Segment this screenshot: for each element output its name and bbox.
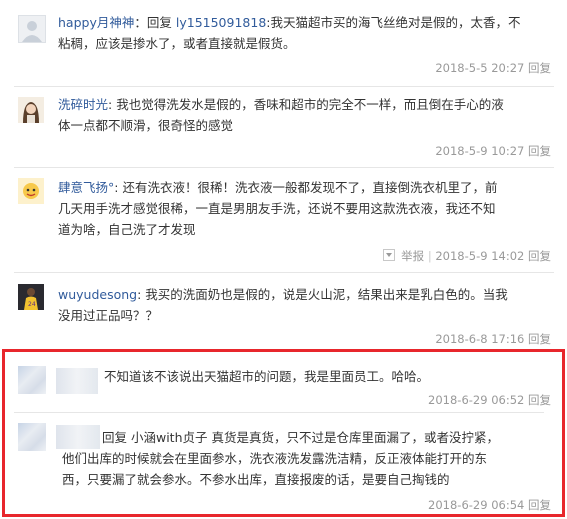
meta-separator: | [427, 249, 432, 263]
avatar-cartoon-icon [18, 178, 44, 204]
reply-button[interactable]: 回复 [528, 332, 551, 346]
comment-body: wuyudesong: 我买的洗面奶也是假的，说是火山泥，结果出来是乳白色的。当… [58, 284, 552, 326]
comment-text-line: : 还有洗衣液！很稀！洗衣液一般都发现不了，直接倒洗衣机里了，前 [114, 180, 498, 195]
comment-item: 24 wuyudesong: 我买的洗面奶也是假的，说是火山泥，结果出来是乳白色… [0, 273, 567, 349]
reply-word: 回复 [146, 15, 172, 30]
avatar[interactable] [18, 97, 44, 123]
report-button[interactable]: 举报 [401, 249, 424, 263]
avatar-player-icon: 24 [18, 284, 44, 310]
comment-text-line: 体一点都不顺滑，很奇怪的感觉 [58, 118, 234, 133]
avatar[interactable] [18, 15, 46, 43]
comment-text-line: 他们出库的时候就会在里面参水，洗衣液洗发露洗洁精，反正液体能打开的东 [62, 451, 488, 466]
username-blurred [56, 368, 98, 394]
comment-body: 肆意飞扬°: 还有洗衣液！很稀！洗衣液一般都发现不了，直接倒洗衣机里了，前 几天… [58, 177, 552, 240]
comment-text-line: :我天猫超市买的海飞丝绝对是假的，太香，不 [266, 15, 521, 30]
comment-item: happy月神神：回复 ly1515091818:我天猫超市买的海飞丝绝对是假的… [0, 0, 567, 86]
reply-button[interactable]: 回复 [528, 61, 551, 75]
avatar[interactable] [18, 178, 44, 204]
comment-date: 2018-6-8 17:16 [435, 332, 525, 346]
comment-meta: 2018-5-9 10:27 回复 [435, 143, 551, 159]
avatar[interactable] [18, 366, 46, 394]
svg-text:24: 24 [28, 301, 36, 308]
comment-text-line: 几天用手洗才感觉很稀，一直是男朋友手洗，还说不要用这款洗衣液，我还不知 [58, 201, 496, 216]
comment-item: 不知道该不该说出天猫超市的问题，我是里面员工。哈哈。 2018-6-29 06:… [0, 352, 567, 412]
reply-button[interactable]: 回复 [528, 144, 551, 158]
comment-date: 2018-5-5 20:27 [435, 61, 525, 75]
default-avatar-icon [22, 21, 42, 42]
comment-date: 2018-5-9 10:27 [435, 144, 525, 158]
dropdown-arrow-icon[interactable] [383, 249, 396, 261]
comment-text-line: 粘稠，应该是掺水了，或者直接就是假货。 [58, 36, 296, 51]
comment-username[interactable]: wuyudesong [58, 287, 137, 302]
comment-text-line: 不知道该不该说出天猫超市的问题，我是里面员工。哈哈。 [104, 369, 430, 384]
comment-date: 2018-6-29 06:54 [428, 498, 525, 512]
comment-meta: 举报 | 2018-5-9 14:02 回复 [383, 248, 551, 264]
reply-button[interactable]: 回复 [528, 498, 551, 512]
comment-text-line: 道为啥，自己洗了才发现 [58, 222, 196, 237]
avatar[interactable]: 24 [18, 284, 44, 310]
comment-item: 肆意飞扬°: 还有洗衣液！很稀！洗衣液一般都发现不了，直接倒洗衣机里了，前 几天… [0, 168, 567, 272]
comment-username[interactable]: 肆意飞扬° [58, 180, 114, 195]
comment-body: 洗碎时光: 我也觉得洗发水是假的，香味和超市的完全不一样，而且倒在手心的液 体一… [58, 94, 552, 136]
comment-text-line: 西，只要漏了就会参水。不参水出库，直接报废的话，是要自己掏钱的 [62, 472, 450, 487]
comment-item: 洗碎时光: 我也觉得洗发水是假的，香味和超市的完全不一样，而且倒在手心的液 体一… [0, 87, 567, 167]
comment-username[interactable]: happy月神神 [58, 15, 134, 30]
comment-date: 2018-5-9 14:02 [435, 249, 525, 263]
comment-meta: 2018-6-8 17:16 回复 [435, 331, 551, 347]
comment-meta: 2018-6-29 06:52 回复 [428, 392, 551, 408]
comment-item: 回复 小涵with贞子 真货是真货，只不过是仓库里面漏了，或者没拧紧， 他们出库… [0, 413, 567, 513]
comment-meta: 2018-6-29 06:54 回复 [428, 497, 551, 513]
comment-date: 2018-6-29 06:52 [428, 393, 525, 407]
reply-button[interactable]: 回复 [528, 249, 551, 263]
comment-text-line: 没用过正品吗？？ [58, 308, 159, 323]
comment-username[interactable]: 洗碎时光 [58, 97, 108, 112]
avatar[interactable] [18, 423, 46, 451]
comment-body: 不知道该不该说出天猫超市的问题，我是里面员工。哈哈。 [104, 366, 544, 387]
reply-button[interactable]: 回复 [528, 393, 551, 407]
avatar-girl-icon [18, 97, 44, 123]
reply-target-username[interactable]: ly1515091818 [176, 15, 266, 30]
comment-text-line: 回复 小涵with贞子 真货是真货，只不过是仓库里面漏了，或者没拧紧， [102, 430, 499, 445]
comment-body: happy月神神：回复 ly1515091818:我天猫超市买的海飞丝绝对是假的… [58, 15, 521, 51]
comment-body: 回复 小涵with贞子 真货是真货，只不过是仓库里面漏了，或者没拧紧， 他们出库… [62, 427, 544, 490]
comment-text-line: : 我也觉得洗发水是假的，香味和超市的完全不一样，而且倒在手心的液 [108, 97, 504, 112]
comment-text-line: : 我买的洗面奶也是假的，说是火山泥，结果出来是乳白色的。当我 [137, 287, 508, 302]
comment-meta: 2018-5-5 20:27 回复 [435, 60, 551, 76]
